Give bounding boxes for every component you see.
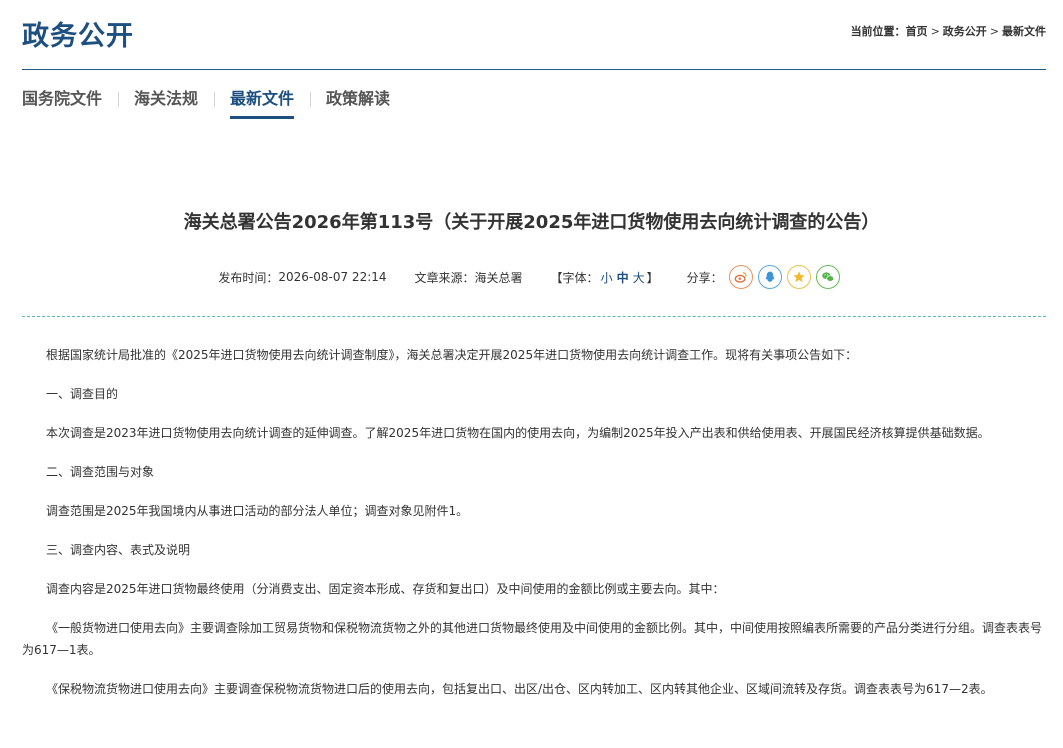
page-header: 政务公开 当前位置：首页 > 政务公开 > 最新文件: [22, 0, 1046, 70]
breadcrumb-prefix: 当前位置：: [850, 25, 906, 38]
weibo-icon[interactable]: [728, 265, 753, 289]
source-value: 海关总署: [474, 270, 523, 285]
article-body: 根据国家统计局批准的《2025年进口货物使用去向统计调查制度》，海关总署决定开展…: [22, 344, 1048, 717]
publish-time-value: 2026-08-07 22:14: [278, 270, 387, 284]
section-heading-scope: 二、调查范围与对象: [46, 465, 155, 479]
font-size-medium[interactable]: 中: [617, 269, 629, 286]
breadcrumb-separator: >: [989, 25, 999, 38]
breadcrumb: 当前位置：首页 > 政务公开 > 最新文件: [851, 23, 1046, 39]
qzone-icon[interactable]: [786, 265, 811, 289]
breadcrumb-gov-affairs[interactable]: 政务公开: [943, 25, 987, 38]
section-heading-content: 三、调查内容、表式及说明: [46, 543, 191, 557]
font-label-open: 【字体：: [550, 270, 599, 285]
breadcrumb-latest-files[interactable]: 最新文件: [1002, 25, 1046, 38]
tab-latest-files[interactable]: 最新文件: [214, 88, 310, 120]
breadcrumb-separator: >: [930, 25, 940, 38]
source-label: 文章来源：: [414, 270, 475, 285]
paragraph-scope: 调查范围是2025年我国境内从事进口活动的部分法人单位；调查对象见附件1。: [46, 504, 469, 518]
font-size-large[interactable]: 大: [633, 269, 645, 286]
wechat-icon[interactable]: [815, 265, 840, 289]
tab-policy-interpretation[interactable]: 政策解读: [310, 88, 406, 120]
publish-time: 发布时间： 2026-08-07 22:14: [218, 269, 386, 286]
qq-icon[interactable]: [757, 265, 782, 289]
paragraph-purpose: 本次调查是2023年进口货物使用去向统计调查的延伸调查。了解2025年进口货物在…: [46, 426, 990, 440]
share-label: 分享：: [686, 270, 723, 285]
breadcrumb-home[interactable]: 首页: [906, 25, 928, 38]
article-title: 海关总署公告2026年第113号（关于开展2025年进口货物使用去向统计调查的公…: [183, 212, 880, 233]
category-nav: 国务院文件 海关法规 最新文件 政策解读: [22, 88, 406, 122]
share-bar: 分享：: [687, 265, 845, 289]
font-size-switcher: 【字体： 小 中 大 】: [551, 269, 659, 286]
tab-customs-regulations[interactable]: 海关法规: [118, 88, 214, 120]
paragraph-intro: 根据国家统计局批准的《2025年进口货物使用去向统计调查制度》，海关总署决定开展…: [46, 348, 858, 362]
paragraph-content: 调查内容是2025年进口货物最终使用（分消费支出、固定资本形成、存货和复出口）及…: [46, 582, 725, 596]
tab-state-council-files[interactable]: 国务院文件: [22, 88, 118, 120]
font-size-small[interactable]: 小: [601, 269, 613, 286]
paragraph-general-goods: 《一般货物进口使用去向》主要调查除加工贸易货物和保税物流货物之外的其他进口货物最…: [22, 621, 1043, 657]
publish-time-label: 发布时间：: [218, 270, 279, 285]
paragraph-bonded-goods: 《保税物流货物进口使用去向》主要调查保税物流货物进口后的使用去向，包括复出口、出…: [46, 682, 993, 696]
article-meta: 发布时间： 2026-08-07 22:14 文章来源： 海关总署 【字体： 小 中…: [0, 264, 1063, 290]
title-divider: [22, 316, 1046, 317]
section-heading-purpose: 一、调查目的: [46, 387, 119, 401]
font-label-close: 】: [646, 270, 659, 285]
article-source: 文章来源： 海关总署: [415, 269, 523, 286]
section-title: 政务公开: [22, 21, 134, 52]
